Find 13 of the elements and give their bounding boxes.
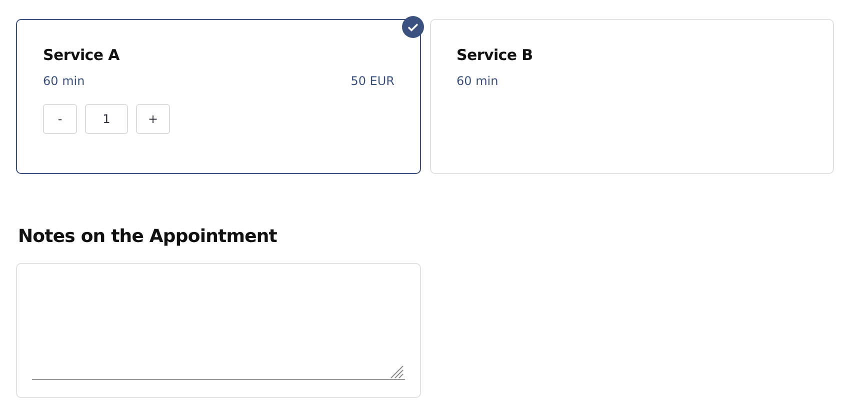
decrement-button[interactable]: - [43,104,77,134]
service-name: Service A [43,46,120,64]
service-name: Service B [456,46,534,64]
increment-button[interactable]: + [136,104,170,134]
service-price: 50 EUR [350,74,394,88]
quantity-field[interactable]: 1 [85,104,128,134]
check-icon [402,16,424,38]
section-heading: Notes on the Appointment [18,226,278,247]
notes-field[interactable] [16,263,421,398]
service-duration: 60 min [456,74,498,88]
service-card[interactable]: Service B 60 min [430,19,834,174]
resize-handle-icon[interactable] [390,365,404,379]
service-duration: 60 min [43,74,85,88]
